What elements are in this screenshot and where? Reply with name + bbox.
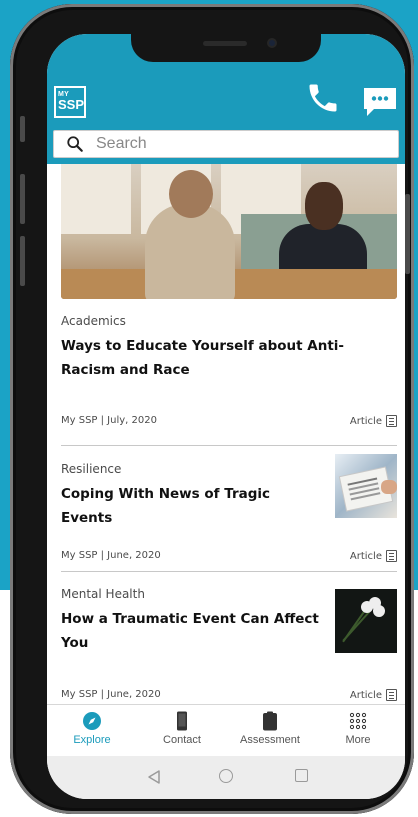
tab-assessment[interactable]: Assessment [225,711,315,746]
phone-frame: MY SSP Search Academics Ways to Educate … [10,4,414,814]
article-card[interactable]: Academics Ways to Educate Yourself about… [61,314,397,444]
phone-screen: MY SSP Search Academics Ways to Educate … [47,34,405,799]
divider [61,571,397,572]
notch [131,34,321,62]
article-type-label: Article [349,689,382,701]
system-nav-bar [47,756,405,799]
search-bar[interactable] [53,130,399,158]
tab-label: Explore [73,734,111,746]
article-category: Academics [61,314,126,328]
two-people-talking-photo[interactable] [61,164,397,299]
speaker-grille [203,41,247,46]
article-type: Article [350,415,397,427]
front-camera [267,38,277,48]
tab-more[interactable]: More [313,711,403,746]
article-card[interactable]: Resilience Coping With News of Tragic Ev… [61,454,397,574]
article-feed[interactable]: Academics Ways to Educate Yourself about… [47,164,405,704]
logo-text-ssp: SSP [58,97,85,112]
back-triangle-icon[interactable] [147,769,161,785]
newspaper-icon [386,550,397,562]
volume-down-button [20,236,25,286]
tab-explore[interactable]: Explore [47,711,137,746]
grid-dots-icon [349,712,367,730]
clipboard-icon [263,711,277,731]
bottom-tab-bar: Explore Contact Assessment More [47,704,405,756]
recents-square-icon[interactable] [295,769,308,782]
article-title[interactable]: Coping With News of Tragic Events [61,482,323,530]
tab-label: More [345,734,371,746]
home-circle-icon[interactable] [219,769,233,783]
article-type-label: Article [349,415,382,427]
white-flowers-photo[interactable] [335,589,397,653]
article-title[interactable]: Ways to Educate Yourself about Anti-Raci… [61,334,391,382]
newspaper-icon [386,415,397,427]
phone-device-icon [177,711,187,731]
compass-icon [83,712,101,730]
search-input[interactable] [96,135,386,153]
tab-contact[interactable]: Contact [137,711,227,746]
article-meta: My SSP | July, 2020 [61,415,157,426]
divider [61,445,397,446]
chat-bubble-icon[interactable] [362,86,398,118]
tab-label: Assessment [240,734,300,746]
article-type: Article [350,689,397,701]
article-type: Article [350,550,397,562]
search-icon [67,136,83,152]
article-type-label: Article [349,550,382,562]
article-meta: My SSP | June, 2020 [61,550,161,561]
phone-icon[interactable] [305,80,341,116]
newspaper-icon [386,689,397,701]
app-logo: MY SSP [54,86,86,118]
tab-label: Contact [163,734,201,746]
volume-up-button [20,174,25,224]
mute-switch [20,116,25,142]
newspaper-photo[interactable] [335,454,397,518]
power-button [405,194,410,274]
article-card[interactable]: Mental Health How a Traumatic Event Can … [61,579,397,704]
article-title[interactable]: How a Traumatic Event Can Affect You [61,607,323,655]
article-meta: My SSP | June, 2020 [61,689,161,700]
